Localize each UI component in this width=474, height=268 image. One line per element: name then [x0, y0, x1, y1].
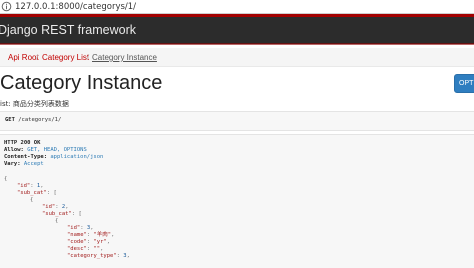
info-circle-icon[interactable] [1, 1, 12, 12]
json-key: "name" [67, 232, 87, 238]
breadcrumb: Api Root / Category List / Category Inst… [0, 48, 474, 67]
json-line: "sub_cat": [ [17, 190, 57, 196]
header-name: Content-Type: [4, 154, 48, 160]
json-key: "sub_cat" [42, 211, 72, 217]
json-key: "category_type" [67, 253, 117, 259]
top-navbar: Django REST framework [0, 14, 474, 44]
json-line: "desc": "", [67, 246, 104, 252]
json-key: "id" [67, 225, 81, 231]
navbar-brand-link[interactable]: Django REST framework [0, 23, 136, 37]
request-info: GET /categorys/1/ [0, 111, 474, 131]
response-header-content-type: Content-Type: application/json [4, 154, 103, 161]
browser-address-bar[interactable]: 127.0.0.1:8000/categorys/1/ [0, 0, 474, 14]
header-name: Vary: [4, 161, 21, 167]
header-value: Accept [23, 161, 44, 167]
json-bracket: [ [78, 211, 82, 217]
breadcrumb-separator: / [36, 53, 39, 62]
json-open-brace: { [4, 176, 8, 182]
navbar-bottom-line [0, 43, 474, 45]
response-info: HTTP 200 OK Allow: GET, HEAD, OPTIONS Co… [0, 134, 474, 268]
breadcrumb-category-list[interactable]: Category List [42, 53, 89, 62]
json-line: "name": "羊肉", [67, 232, 115, 238]
header-value: GET, HEAD, OPTIONS [27, 147, 87, 153]
page-title: Category Instance [0, 72, 163, 94]
request-method: GET [5, 117, 15, 123]
json-key: "desc" [67, 246, 87, 252]
json-line: "id": 1, [17, 183, 44, 189]
options-button[interactable]: OPTIONS [454, 74, 474, 93]
breadcrumb-separator: / [87, 53, 90, 62]
json-value: "羊肉" [93, 232, 112, 238]
request-line: GET /categorys/1/ [5, 117, 61, 123]
json-key: "code" [67, 239, 87, 245]
json-line: "id": 2, [42, 204, 69, 210]
json-key: "sub_cat" [17, 190, 47, 196]
json-open-brace: { [30, 197, 34, 203]
json-value: "yr" [93, 239, 107, 245]
breadcrumb-api-root[interactable]: Api Root [8, 53, 39, 62]
header-name: Allow: [4, 147, 24, 153]
json-line: "sub_cat": [ [42, 211, 82, 217]
json-open-brace: { [55, 218, 59, 224]
json-key: "id" [42, 204, 56, 210]
header-value: application/json [50, 154, 104, 160]
response-header-allow: Allow: GET, HEAD, OPTIONS [4, 147, 87, 154]
request-path: /categorys/1/ [18, 117, 62, 123]
breadcrumb-category-instance[interactable]: Category Instance [92, 53, 157, 62]
json-key: "id" [17, 183, 31, 189]
json-line: "category_type": 3, [67, 253, 130, 259]
response-header-vary: Vary: Accept [4, 161, 44, 168]
response-status: HTTP 200 OK [4, 140, 41, 146]
json-bracket: [ [53, 190, 57, 196]
json-line: "code": "yr", [67, 239, 111, 245]
json-line: "id": 3, [67, 225, 94, 231]
browser-url[interactable]: 127.0.0.1:8000/categorys/1/ [15, 1, 136, 13]
page-description: ist: 商品分类列表数据 [0, 100, 69, 108]
